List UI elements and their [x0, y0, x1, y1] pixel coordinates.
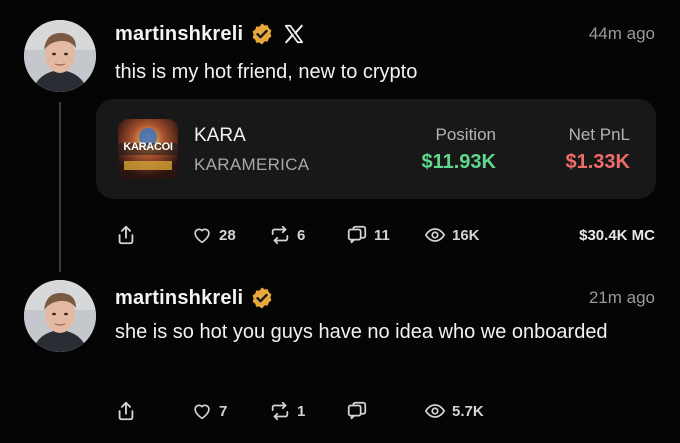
- like-count: 7: [219, 402, 228, 420]
- views-button[interactable]: 5.7K: [424, 397, 484, 425]
- avatar[interactable]: [24, 280, 96, 352]
- position-label: Position: [435, 125, 496, 144]
- quote-icon: [346, 400, 368, 422]
- token-name: KARAMERICA: [194, 155, 310, 174]
- repost-icon: [269, 400, 291, 422]
- repost-button[interactable]: 1: [269, 397, 305, 425]
- x-logo-icon[interactable]: [283, 23, 305, 45]
- verified-badge-icon: [250, 286, 274, 310]
- repost-count: 6: [297, 226, 306, 244]
- repost-icon: [269, 224, 291, 246]
- views-icon: [424, 224, 446, 246]
- post-header: martinshkreli 21m ago: [115, 284, 655, 312]
- market-cap: $30.4K MC: [579, 226, 655, 244]
- timestamp: 21m ago: [588, 288, 655, 307]
- like-count: 28: [219, 226, 236, 244]
- token-image-text: KARACOI: [123, 141, 173, 153]
- post-actions: 7 1 5.7K: [115, 397, 655, 425]
- token-image: KARACOI: [118, 119, 178, 179]
- like-button[interactable]: 7: [191, 397, 227, 425]
- views-count: 16K: [452, 226, 480, 244]
- repost-count: 1: [297, 402, 306, 420]
- net-pnl-value: $1.33K: [565, 151, 631, 173]
- share-button[interactable]: [115, 221, 137, 249]
- heart-icon: [191, 224, 213, 246]
- share-icon: [115, 224, 137, 246]
- timestamp: 44m ago: [588, 24, 655, 43]
- post[interactable]: martinshkreli 21m ago she is so hot you …: [0, 272, 680, 443]
- quote-icon: [346, 224, 368, 246]
- views-button[interactable]: 16K: [424, 221, 480, 249]
- quote-button[interactable]: [346, 397, 368, 425]
- token-position-card[interactable]: KARACOI KARA KARAMERICA Position $11.93K…: [96, 99, 656, 199]
- quote-count: 11: [374, 226, 390, 244]
- verified-badge-icon: [250, 22, 274, 46]
- post[interactable]: martinshkreli 44m ago this is my hot fri…: [0, 0, 680, 272]
- net-pnl-label: Net PnL: [568, 125, 630, 144]
- quote-button[interactable]: 11: [346, 221, 390, 249]
- username[interactable]: martinshkreli: [115, 23, 243, 46]
- post-actions: 28 6 11 16K $30.4K MC: [115, 221, 655, 249]
- post-text: she is so hot you guys have no idea who …: [115, 321, 608, 343]
- like-button[interactable]: 28: [191, 221, 236, 249]
- views-icon: [424, 400, 446, 422]
- views-count: 5.7K: [452, 402, 484, 420]
- username[interactable]: martinshkreli: [115, 287, 243, 310]
- repost-button[interactable]: 6: [269, 221, 305, 249]
- post-header: martinshkreli 44m ago: [115, 20, 655, 48]
- share-icon: [115, 400, 137, 422]
- share-button[interactable]: [115, 397, 137, 425]
- position-value: $11.93K: [421, 151, 496, 173]
- avatar[interactable]: [24, 20, 96, 92]
- post-text: this is my hot friend, new to crypto: [115, 61, 418, 83]
- heart-icon: [191, 400, 213, 422]
- token-ticker: KARA: [194, 125, 246, 146]
